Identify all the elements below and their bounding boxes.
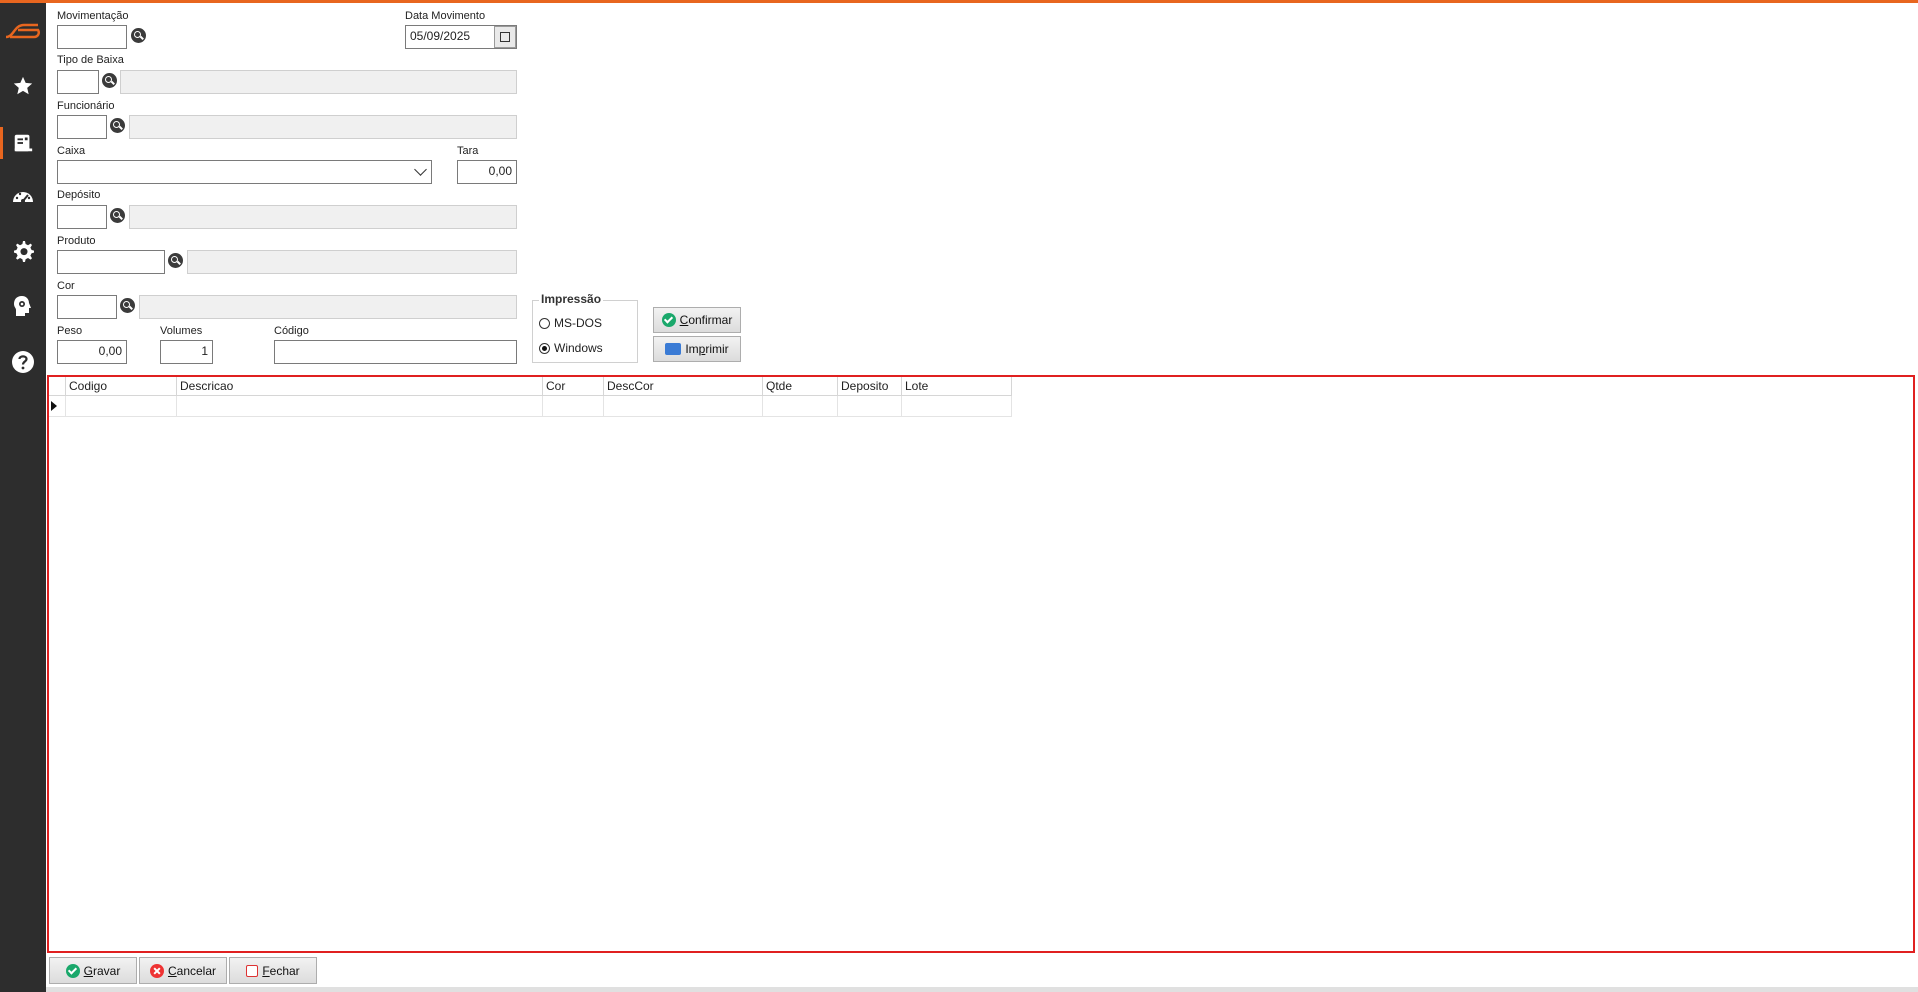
volumes-input[interactable]: 1: [160, 340, 213, 364]
cell-deposito[interactable]: [837, 395, 902, 417]
tipo-baixa-search-icon[interactable]: [102, 73, 117, 88]
cell-descricao[interactable]: [176, 395, 543, 417]
data-movimento-label: Data Movimento: [405, 10, 486, 22]
col-deposito[interactable]: Deposito: [837, 377, 902, 396]
col-codigo[interactable]: Codigo: [65, 377, 177, 396]
fechar-label: Fechar: [262, 963, 300, 978]
imprimir-label: Imprimir: [685, 342, 729, 356]
funcionario-search-icon[interactable]: [110, 118, 125, 133]
head-gear-icon[interactable]: [0, 286, 46, 326]
cell-qtde[interactable]: [762, 395, 838, 417]
produto-input[interactable]: [57, 250, 165, 274]
table-row[interactable]: [49, 395, 1012, 417]
star-icon[interactable]: [0, 66, 46, 106]
radio-windows-circle[interactable]: [539, 342, 550, 354]
col-qtde[interactable]: Qtde: [762, 377, 838, 396]
codigo-input[interactable]: [274, 340, 517, 364]
col-desccor[interactable]: DescCor: [603, 377, 763, 396]
top-accent-line: [0, 0, 1918, 3]
items-grid[interactable]: [47, 375, 1915, 953]
deposito-description: [129, 205, 517, 229]
tipo-baixa-input[interactable]: [57, 70, 99, 94]
funcionario-input[interactable]: [57, 115, 107, 139]
movimentacao-search-icon[interactable]: [131, 28, 146, 43]
peso-input[interactable]: 0,00: [57, 340, 127, 364]
cancelar-button[interactable]: Cancelar: [139, 957, 227, 984]
col-descricao[interactable]: Descricao: [176, 377, 543, 396]
printer-icon: [665, 343, 682, 355]
cor-description: [139, 295, 517, 319]
col-lote[interactable]: Lote: [901, 377, 1012, 396]
check-icon: [65, 963, 80, 978]
deposito-input[interactable]: [57, 205, 107, 229]
funcionario-description: [129, 115, 517, 139]
deposito-search-icon[interactable]: [110, 208, 125, 223]
caixa-select[interactable]: [57, 160, 432, 184]
radio-ms-dos-circle[interactable]: [539, 317, 550, 329]
cancelar-label: Cancelar: [167, 963, 217, 978]
document-icon[interactable]: [0, 123, 46, 163]
fechar-button[interactable]: Fechar: [229, 957, 317, 984]
radio-windows[interactable]: Windows: [539, 341, 603, 355]
cell-lote[interactable]: [901, 395, 1012, 417]
produto-search-icon[interactable]: [168, 253, 183, 268]
cell-desccor[interactable]: [603, 395, 763, 417]
radio-ms-dos[interactable]: MS-DOS: [539, 316, 602, 330]
cor-input[interactable]: [57, 295, 117, 319]
gear-icon[interactable]: [0, 231, 46, 271]
movimentacao-label: Movimentação: [57, 10, 129, 22]
cor-search-icon[interactable]: [120, 298, 135, 313]
confirmar-button[interactable]: Confirmar: [653, 307, 741, 333]
movimentacao-input[interactable]: [57, 25, 127, 49]
grid-header-row: Codigo Descricao Cor DescCor Qtde Deposi…: [49, 377, 1012, 396]
caixa-label: Caixa: [57, 145, 86, 157]
sidebar: [0, 3, 46, 992]
deposito-label: Depósito: [57, 189, 101, 201]
produto-description: [187, 250, 517, 274]
grid-indicator-header: [49, 377, 66, 396]
calendar-icon[interactable]: [494, 26, 516, 48]
cor-label: Cor: [57, 280, 75, 292]
produto-label: Produto: [57, 235, 96, 247]
row-indicator: [49, 395, 66, 417]
tipo-baixa-description: [120, 70, 517, 94]
imprimir-button[interactable]: Imprimir: [653, 336, 741, 362]
tipo-baixa-label: Tipo de Baixa: [57, 54, 124, 66]
confirmar-label: Confirmar: [679, 313, 733, 327]
impressao-title: Impressão: [539, 292, 604, 306]
radio-ms-dos-label: MS-DOS: [554, 316, 602, 330]
cell-codigo[interactable]: [65, 395, 177, 417]
cell-cor[interactable]: [542, 395, 604, 417]
radio-windows-label: Windows: [554, 341, 603, 355]
codigo-label: Código: [274, 325, 309, 337]
status-bar: [46, 987, 1918, 992]
peso-label: Peso: [57, 325, 83, 337]
items-grid-table: Codigo Descricao Cor DescCor Qtde Deposi…: [49, 377, 1012, 417]
gravar-button[interactable]: Gravar: [49, 957, 137, 984]
tara-label: Tara: [457, 145, 479, 157]
funcionario-label: Funcionário: [57, 100, 115, 112]
dashboard-icon[interactable]: [0, 177, 46, 217]
cancel-icon: [149, 963, 164, 978]
help-icon[interactable]: [0, 342, 46, 382]
row-pointer-icon: [51, 401, 57, 411]
check-icon: [661, 313, 676, 327]
tara-input[interactable]: 0,00: [457, 160, 517, 184]
col-cor[interactable]: Cor: [542, 377, 604, 396]
brand-logo-icon[interactable]: [0, 11, 46, 51]
gravar-label: Gravar: [83, 963, 121, 978]
exit-icon: [246, 964, 259, 977]
volumes-label: Volumes: [160, 325, 203, 337]
